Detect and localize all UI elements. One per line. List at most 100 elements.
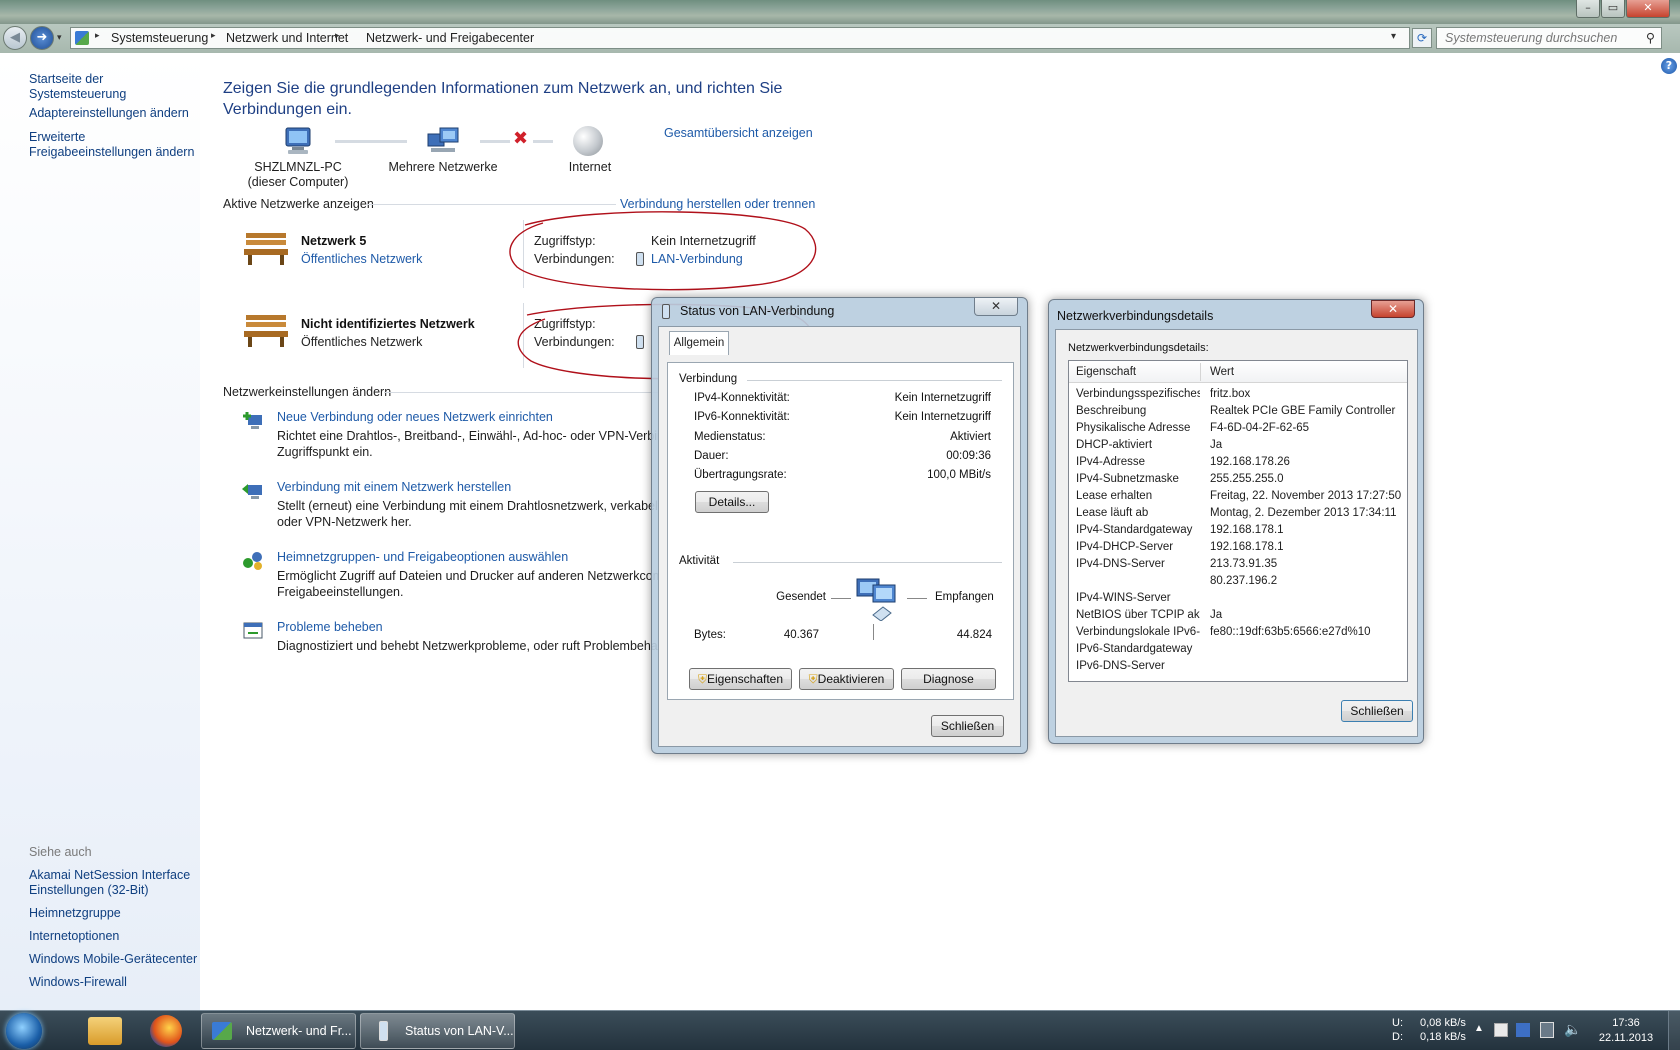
- column-wert[interactable]: Wert: [1210, 364, 1234, 381]
- table-row[interactable]: Lease läuft ab Montag, 2. Dezember 2013 1…: [1069, 505, 1407, 522]
- row-value: [1210, 641, 1405, 658]
- see-also-mobile-center[interactable]: Windows Mobile-Gerätecenter: [29, 952, 197, 967]
- column-eigenschaft[interactable]: Eigenschaft: [1076, 364, 1136, 381]
- recent-pages-icon[interactable]: ▾: [57, 33, 62, 43]
- table-row[interactable]: NetBIOS über TCPIP ak... Ja: [1069, 607, 1407, 624]
- volume-icon[interactable]: 🔈: [1564, 1021, 1581, 1038]
- lan-plug-icon: [379, 1021, 388, 1041]
- breadcrumb-systemsteuerung[interactable]: Systemsteuerung: [111, 28, 208, 48]
- task-new-connection-desc2: Zugriffspunkt ein.: [277, 445, 373, 459]
- map-connector: [480, 140, 510, 143]
- breadcrumb-freigabecenter[interactable]: Netzwerk- und Freigabecenter: [366, 28, 534, 48]
- activity-computers-icon: [855, 575, 901, 622]
- details-list[interactable]: Eigenschaft Wert Verbindungsspezifisches…: [1068, 360, 1408, 682]
- breadcrumb-chevron-icon[interactable]: ▸: [95, 31, 100, 41]
- details-close-button[interactable]: Schließen: [1341, 700, 1413, 722]
- search-icon[interactable]: ⚲: [1646, 28, 1655, 48]
- network-tray-icon[interactable]: [1540, 1022, 1554, 1038]
- table-row[interactable]: DHCP-aktiviert Ja: [1069, 437, 1407, 454]
- details-dialog-title: Netzwerkverbindungsdetails: [1057, 309, 1214, 323]
- help-icon[interactable]: ?: [1661, 58, 1677, 74]
- clock-time[interactable]: 17:36: [1596, 1017, 1656, 1029]
- row-property: IPv4-WINS-Server: [1076, 592, 1171, 604]
- net-up-rate: 0,08 kB/s: [1420, 1017, 1466, 1029]
- breadcrumb-chevron-icon[interactable]: ▸: [335, 31, 340, 41]
- lan-status-close-x[interactable]: ✕: [974, 298, 1018, 316]
- see-also-internetoptionen[interactable]: Internetoptionen: [29, 929, 119, 944]
- lan-status-close-button[interactable]: Schließen: [931, 715, 1004, 737]
- network1-type-link[interactable]: Öffentliches Netzwerk: [301, 252, 422, 266]
- details-close-x[interactable]: ✕: [1371, 300, 1415, 318]
- refresh-icon[interactable]: ⟳: [1412, 28, 1432, 48]
- row-value: Ja: [1210, 439, 1223, 451]
- explorer-icon[interactable]: [88, 1017, 122, 1045]
- new-connection-icon: [242, 411, 264, 431]
- table-row[interactable]: Lease erhalten Freitag, 22. November 2013…: [1069, 488, 1407, 505]
- full-map-link[interactable]: Gesamtübersicht anzeigen: [664, 126, 813, 140]
- search-input[interactable]: Systemsteuerung durchsuchen ⚲: [1436, 27, 1662, 49]
- table-row[interactable]: IPv4-WINS-Server: [1069, 590, 1407, 607]
- clock-date[interactable]: 22.11.2013: [1592, 1032, 1660, 1044]
- table-row[interactable]: IPv6-DNS-Server: [1069, 658, 1407, 675]
- table-row[interactable]: Physikalische Adresse F4-6D-04-2F-62-65: [1069, 420, 1407, 437]
- task-connect-link[interactable]: Verbindung mit einem Netzwerk herstellen: [277, 480, 511, 494]
- task-homegroup-desc2: Freigabeeinstellungen.: [277, 585, 404, 599]
- multiple-networks-icon: [426, 126, 460, 156]
- sidebar-item-home[interactable]: Startseite der Systemsteuerung: [29, 72, 200, 102]
- action-center-icon[interactable]: [1494, 1023, 1508, 1037]
- show-desktop-button[interactable]: [1668, 1011, 1680, 1050]
- map-middle-label: Mehrere Netzwerke: [388, 160, 498, 174]
- see-also-firewall[interactable]: Windows-Firewall: [29, 975, 127, 990]
- row-value: 192.168.178.1: [1210, 524, 1284, 536]
- firefox-icon[interactable]: [150, 1015, 182, 1047]
- properties-button[interactable]: ⛨Eigenschaften: [689, 668, 792, 690]
- minimize-button[interactable]: –: [1576, 0, 1600, 18]
- table-row[interactable]: Verbindungslokale IPv6-... fe80::19df:63b…: [1069, 624, 1407, 641]
- task-homegroup-link[interactable]: Heimnetzgruppen- und Freigabeoptionen au…: [277, 550, 568, 564]
- see-also-akamai-line2[interactable]: Einstellungen (32-Bit): [29, 883, 149, 898]
- tab-allgemein[interactable]: Allgemein: [669, 331, 729, 355]
- diagnose-button[interactable]: Diagnose: [901, 668, 996, 690]
- show-hidden-icons[interactable]: ▲: [1474, 1023, 1484, 1034]
- see-also-heimnetzgruppe[interactable]: Heimnetzgruppe: [29, 906, 121, 921]
- taskbar-netzwerk-button[interactable]: Netzwerk- und Fr...: [201, 1013, 356, 1049]
- address-dropdown-icon[interactable]: ▾: [1391, 31, 1396, 42]
- table-row[interactable]: IPv6-Standardgateway: [1069, 641, 1407, 658]
- table-row[interactable]: Beschreibung Realtek PCIe GBE Family Cont…: [1069, 403, 1407, 420]
- table-row[interactable]: Verbindungsspezifisches... fritz.box: [1069, 386, 1407, 403]
- table-row[interactable]: IPv4-DNS-Server 213.73.91.35: [1069, 556, 1407, 573]
- task-new-connection-link[interactable]: Neue Verbindung oder neues Netzwerk einr…: [277, 410, 553, 424]
- row-property: Beschreibung: [1076, 405, 1147, 417]
- row-value: Montag, 2. Dezember 2013 17:34:11: [1210, 507, 1397, 519]
- table-row[interactable]: 80.237.196.2: [1069, 573, 1407, 590]
- back-button[interactable]: ◀: [3, 26, 27, 50]
- task-new-connection-desc: Richtet eine Drahtlos-, Breitband-, Einw…: [277, 429, 671, 443]
- taskbar-status-button[interactable]: Status von LAN-V...: [360, 1013, 515, 1049]
- table-row[interactable]: IPv4-Subnetzmaske 255.255.255.0: [1069, 471, 1407, 488]
- sidebar-item-adapter[interactable]: Adaptereinstellungen ändern: [29, 106, 189, 121]
- details-button[interactable]: Details...: [695, 491, 769, 513]
- column-divider[interactable]: [1200, 363, 1201, 381]
- table-row[interactable]: IPv4-DHCP-Server 192.168.178.1: [1069, 539, 1407, 556]
- start-button[interactable]: [6, 1013, 42, 1049]
- net-down-label: D:: [1392, 1031, 1403, 1043]
- table-row[interactable]: IPv4-Adresse 192.168.178.26: [1069, 454, 1407, 471]
- task-troubleshoot-link[interactable]: Probleme beheben: [277, 620, 383, 634]
- maximize-button[interactable]: ▭: [1601, 0, 1625, 18]
- sidebar-item-advanced-sharing-line1[interactable]: Erweiterte: [29, 130, 85, 145]
- table-row[interactable]: IPv4-Standardgateway 192.168.178.1: [1069, 522, 1407, 539]
- forward-button[interactable]: ➜: [30, 26, 54, 50]
- app-tray-icon[interactable]: [1516, 1023, 1530, 1037]
- breadcrumb-netzwerk-internet[interactable]: Netzwerk und Internet: [226, 28, 348, 48]
- close-window-button[interactable]: ✕: [1626, 0, 1670, 18]
- ipv6-connectivity-label: IPv6-Konnektivität:: [694, 411, 790, 423]
- row-value: Realtek PCIe GBE Family Controller: [1210, 405, 1396, 417]
- see-also-akamai-line1[interactable]: Akamai NetSession Interface: [29, 868, 190, 883]
- connect-disconnect-link[interactable]: Verbindung herstellen oder trennen: [616, 197, 816, 211]
- breadcrumb-chevron-icon[interactable]: ▸: [211, 31, 216, 41]
- bytes-sent-value: 40.367: [783, 629, 819, 641]
- lan-status-dialog: Status von LAN-Verbindung ✕ Allgemein Ve…: [651, 297, 1028, 754]
- sidebar-item-advanced-sharing-line2[interactable]: Freigabeeinstellungen ändern: [29, 145, 194, 160]
- address-box[interactable]: ▸ Systemsteuerung ▸ Netzwerk und Interne…: [70, 27, 1410, 49]
- disable-button[interactable]: ⛨Deaktivieren: [799, 668, 894, 690]
